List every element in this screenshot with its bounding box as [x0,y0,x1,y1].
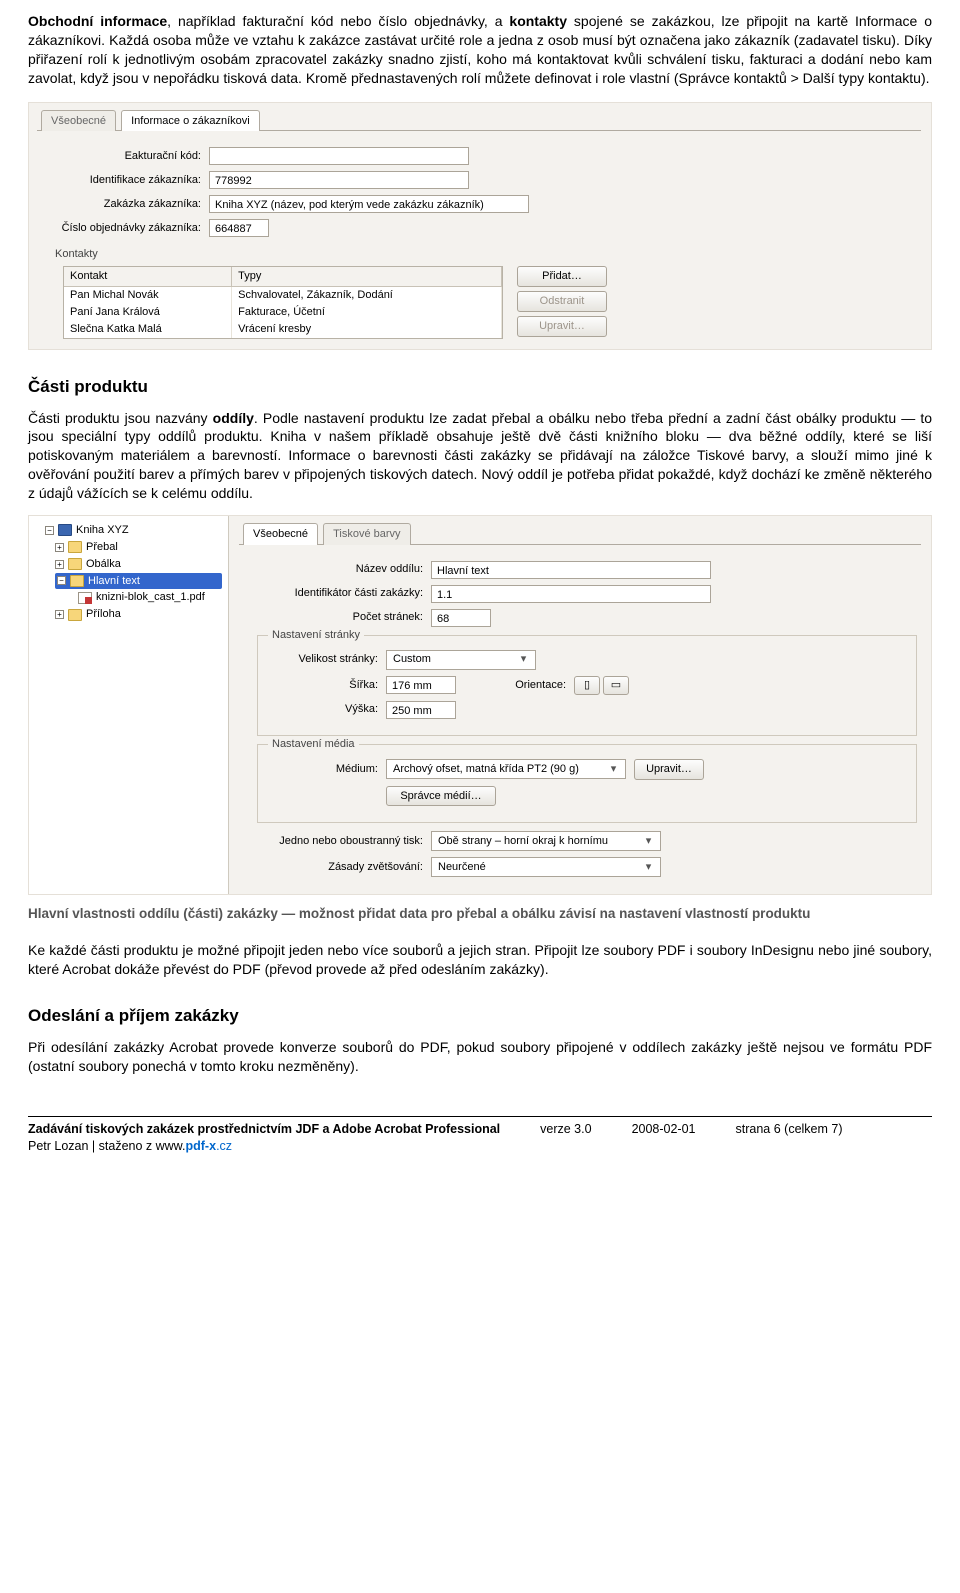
page-size-label: Velikost stránky: [268,652,378,667]
chevron-down-icon: ▾ [606,762,621,777]
customer-job-label: Zakázka zákazníka: [61,197,201,212]
order-number-input[interactable]: 664887 [209,219,269,237]
footer-title: Zadávání tiskových zakázek prostřednictv… [28,1121,500,1138]
screenshot-customer-info: Všeobecné Informace o zákazníkovi Eaktur… [28,102,932,350]
page-size-select[interactable]: Custom▾ [386,650,536,670]
section-id-input[interactable]: 1.1 [431,585,711,603]
section-id-label: Identifikátor části zakázky: [263,586,423,601]
attach-paragraph: Ke každé části produktu je možné připoji… [28,941,932,979]
tree-node[interactable]: +Obálka [55,556,222,573]
width-label: Šířka: [268,678,378,693]
expand-icon[interactable]: + [55,610,64,619]
remove-contact-button[interactable]: Odstranit [517,291,607,312]
tab-customer-info[interactable]: Informace o zákazníkovi [121,110,260,132]
screenshot-caption: Hlavní vlastnosti oddílu (části) zakázky… [28,905,932,923]
intro-paragraph: Obchodní informace, například fakturační… [28,12,932,88]
chevron-down-icon: ▾ [516,652,531,667]
footer-author: Petr Lozan | staženo z www. [28,1139,186,1153]
folder-icon [68,609,82,621]
scale-select[interactable]: Neurčené▾ [431,857,661,877]
footer-version: verze 3.0 [540,1121,591,1138]
media-manager-button[interactable]: Správce médií… [386,786,496,807]
chevron-down-icon: ▾ [641,834,656,849]
table-row: Paní Jana KrálováFakturace, Účetní [64,304,502,321]
tab-strip: Všeobecné Informace o zákazníkovi [37,109,921,132]
tab-strip: Všeobecné Tiskové barvy [239,522,921,545]
folder-icon [68,558,82,570]
scale-label: Zásady zvětšování: [263,860,423,875]
orientation-portrait-button[interactable]: ▯ [574,676,600,695]
customer-id-input[interactable]: 778992 [209,171,469,189]
intro-bold1: Obchodní informace [28,13,167,29]
tab-general[interactable]: Všeobecné [243,523,318,545]
book-icon [58,524,72,536]
billing-code-label: Eakturační kód: [61,149,201,164]
section-name-label: Název oddílu: [263,562,423,577]
col-contact: Kontakt [64,267,232,286]
tree-node[interactable]: +Příloha [55,606,222,623]
footer-link[interactable]: pdf-x.cz [186,1139,233,1153]
product-tree[interactable]: − Kniha XYZ +Přebal +Obálka −Hlavní text… [29,516,229,894]
footer-page: strana 6 (celkem 7) [736,1121,843,1138]
intro-bold2: kontakty [509,13,567,29]
order-number-label: Číslo objednávky zákazníka: [61,221,201,236]
medium-select[interactable]: Archový ofset, matná křída PT2 (90 g)▾ [386,759,626,779]
orientation-landscape-button[interactable]: ▭ [603,676,629,695]
chevron-down-icon: ▾ [641,860,656,875]
height-input[interactable]: 250 mm [386,701,456,719]
page-footer: Zadávání tiskových zakázek prostřednictv… [28,1116,932,1155]
tree-node-selected[interactable]: −Hlavní text [55,573,222,590]
tree-node[interactable]: +Přebal [55,539,222,556]
tab-print-colors[interactable]: Tiskové barvy [323,523,410,545]
page-settings-legend: Nastavení stránky [268,628,364,643]
parts-heading: Části produktu [28,376,932,399]
edit-medium-button[interactable]: Upravit… [634,759,704,780]
media-settings-group: Nastavení média Médium: Archový ofset, m… [257,744,917,824]
expand-icon[interactable]: + [55,560,64,569]
table-row: Slečna Katka MaláVrácení kresby [64,321,502,338]
send-receive-heading: Odeslání a příjem zakázky [28,1005,932,1028]
customer-job-input[interactable]: Kniha XYZ (název, pod kterým vede zakázk… [209,195,529,213]
sides-label: Jedno nebo oboustranný tisk: [263,834,423,849]
folder-icon [68,541,82,553]
col-types: Typy [232,267,502,286]
folder-icon [70,575,84,587]
expand-icon[interactable]: + [55,543,64,552]
height-label: Výška: [268,702,378,717]
contacts-group-label: Kontakty [55,247,921,262]
sides-select[interactable]: Obě strany – horní okraj k hornímu▾ [431,831,661,851]
footer-date: 2008-02-01 [632,1121,696,1138]
width-input[interactable]: 176 mm [386,676,456,694]
table-row: Pan Michal NovákSchvalovatel, Zákazník, … [64,287,502,304]
billing-code-input[interactable] [209,147,469,165]
tree-file[interactable]: knizni-blok_cast_1.pdf [65,589,222,606]
tab-general[interactable]: Všeobecné [41,110,116,132]
section-name-input[interactable]: Hlavní text [431,561,711,579]
tree-root[interactable]: − Kniha XYZ [45,522,222,539]
send-paragraph: Při odesílání zakázky Acrobat provede ko… [28,1038,932,1076]
page-count-input[interactable]: 68 [431,609,491,627]
add-contact-button[interactable]: Přidat… [517,266,607,287]
screenshot-section-properties: − Kniha XYZ +Přebal +Obálka −Hlavní text… [28,515,932,895]
collapse-icon[interactable]: − [45,526,54,535]
orientation-label: Orientace: [476,678,566,693]
medium-label: Médium: [268,762,378,777]
edit-contact-button[interactable]: Upravit… [517,316,607,337]
contacts-table[interactable]: Kontakt Typy Pan Michal NovákSchvalovate… [63,266,503,338]
page-count-label: Počet stránek: [263,610,423,625]
pdf-file-icon [78,592,92,604]
media-settings-legend: Nastavení média [268,737,359,752]
page-settings-group: Nastavení stránky Velikost stránky: Cust… [257,635,917,736]
collapse-icon[interactable]: − [57,576,66,585]
customer-id-label: Identifikace zákazníka: [61,173,201,188]
parts-paragraph: Části produktu jsou nazvány oddíly. Podl… [28,409,932,503]
